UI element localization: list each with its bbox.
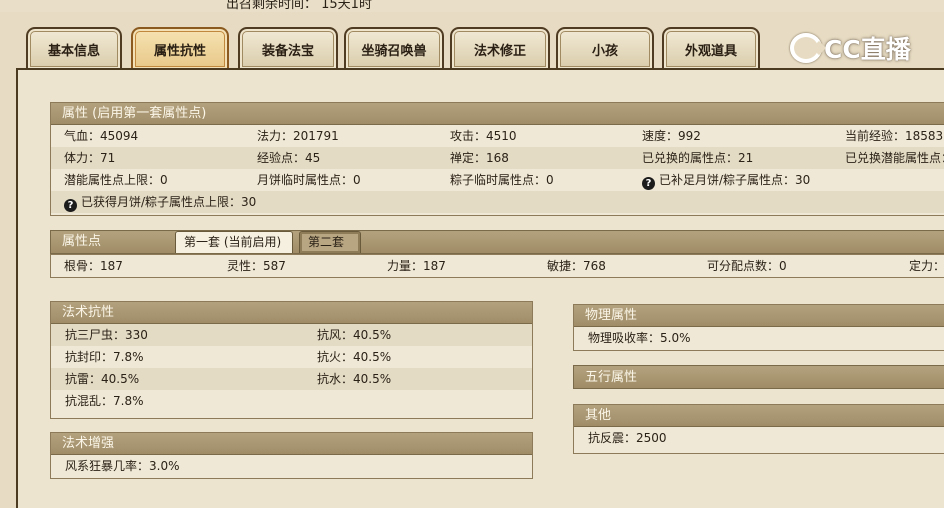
mooncake-temp-value: 月饼临时属性点：0: [257, 173, 361, 187]
question-icon[interactable]: ?: [64, 199, 77, 212]
mp-value: 法力：201791: [257, 129, 339, 143]
stamina-value: 体力：71: [64, 151, 116, 165]
question-icon[interactable]: ?: [642, 177, 655, 190]
spell-boost-panel: 法术增强 风系狂暴几率：3.0%: [50, 432, 533, 479]
clipped-header: 出召剩余时间： 15天1时: [0, 0, 944, 12]
physical-title: 物理属性: [574, 305, 944, 327]
spell-boost-row: 风系狂暴几率：3.0%: [51, 455, 532, 477]
boost-value: 风系狂暴几率：3.0%: [65, 459, 180, 473]
supplemented-points-cell: ? 已补足月饼/粽子属性点：30: [642, 169, 810, 191]
spell-resist-row: 抗三尸虫：330 抗风：40.5%: [51, 324, 532, 346]
focus-value: 定力：: [909, 259, 944, 273]
tab-children[interactable]: 小孩: [556, 27, 654, 69]
tab-attributes-resistance[interactable]: 属性抗性: [131, 27, 229, 69]
tab-set-two[interactable]: 第二套: [299, 231, 361, 253]
strength-value: 力量：187: [387, 259, 446, 273]
attributes-row: ? 已获得月饼/粽子属性点上限：30: [51, 191, 944, 213]
tab-content: 属性 (启用第一套属性点) 气血：45094 法力：201791 攻击：4510…: [16, 68, 944, 508]
attack-value: 攻击：4510: [450, 129, 517, 143]
other-panel: 其他 抗反震：2500: [573, 404, 944, 454]
tab-basic-info[interactable]: 基本信息: [26, 27, 122, 69]
other-title: 其他: [574, 405, 944, 427]
cc-live-logo: CC直播: [790, 30, 911, 66]
remaining-time-text: 出召剩余时间： 15天1时: [226, 0, 372, 12]
points-title: 属性点: [62, 234, 102, 249]
potential-cap-value: 潜能属性点上限：0: [64, 173, 168, 187]
current-exp-value: 当前经验：185837: [845, 129, 944, 143]
tab-set-one[interactable]: 第一套 (当前启用): [175, 231, 293, 253]
resist-value: 抗封印：7.8%: [65, 350, 144, 364]
zongzi-temp-value: 粽子临时属性点：0: [450, 173, 554, 187]
supplemented-points-value: 已补足月饼/粽子属性点：30: [659, 173, 811, 187]
spell-resist-row: 抗封印：7.8% 抗火：40.5%: [51, 346, 532, 368]
hp-value: 气血：45094: [64, 129, 139, 143]
exchanged-potential-value: 已兑换潜能属性点：: [845, 151, 944, 165]
agility-value: 敏捷：768: [547, 259, 606, 273]
attributes-row: 潜能属性点上限：0 月饼临时属性点：0 粽子临时属性点：0 ? 已补足月饼/粽子属…: [51, 169, 944, 191]
tab-equipment[interactable]: 装备法宝: [238, 27, 338, 69]
resist-value: 抗混乱：7.8%: [65, 394, 144, 408]
available-points-value: 可分配点数：0: [707, 259, 787, 273]
resist-value: 抗雷：40.5%: [65, 372, 140, 386]
tab-mounts-summons[interactable]: 坐骑召唤兽: [344, 27, 444, 69]
resist-value: 抗火：40.5%: [317, 350, 392, 364]
attributes-row: 体力：71 经验点：45 禅定：168 已兑换的属性点：21 已兑换潜能属性点：: [51, 147, 944, 169]
points-row: 根骨：187 灵性：587 力量：187 敏捷：768 可分配点数：0 定力：: [51, 255, 944, 277]
resist-value: 抗风：40.5%: [317, 328, 392, 342]
spell-resist-panel: 法术抗性 抗三尸虫：330 抗风：40.5% 抗封印：7.8% 抗火：40.5%…: [50, 301, 533, 419]
exchanged-points-value: 已兑换的属性点：21: [642, 151, 754, 165]
physical-row: 物理吸收率：5.0%: [574, 327, 944, 349]
obtained-cap-cell: ? 已获得月饼/粽子属性点上限：30: [64, 191, 256, 213]
physical-absorb-value: 物理吸收率：5.0%: [588, 331, 691, 345]
tab-appearance-items[interactable]: 外观道具: [662, 27, 760, 69]
constitution-value: 根骨：187: [64, 259, 123, 273]
cc-logo-icon: [790, 33, 822, 63]
attributes-title: 属性 (启用第一套属性点): [51, 103, 944, 125]
points-section: 属性点 第一套 (当前启用) 第二套 根骨：187 灵性：587 力量：187 …: [50, 230, 944, 280]
spell-resist-title: 法术抗性: [51, 302, 532, 324]
tab-spell-modifiers[interactable]: 法术修正: [450, 27, 550, 69]
obtained-cap-value: 已获得月饼/粽子属性点上限：30: [81, 195, 257, 209]
attributes-panel: 属性 (启用第一套属性点) 气血：45094 法力：201791 攻击：4510…: [50, 102, 944, 216]
logo-text: CC直播: [824, 35, 911, 64]
meditation-value: 禅定：168: [450, 151, 509, 165]
attributes-row: 气血：45094 法力：201791 攻击：4510 速度：992 当前经验：1…: [51, 125, 944, 147]
points-values: 根骨：187 灵性：587 力量：187 敏捷：768 可分配点数：0 定力：: [50, 254, 944, 278]
resist-value: 抗三尸虫：330: [65, 328, 148, 342]
spell-resist-row: 抗雷：40.5% 抗水：40.5%: [51, 368, 532, 390]
points-header: 属性点 第一套 (当前启用) 第二套: [50, 230, 944, 254]
spell-resist-row: 抗混乱：7.8%: [51, 390, 532, 412]
resist-value: 抗水：40.5%: [317, 372, 392, 386]
spirit-value: 灵性：587: [227, 259, 286, 273]
counter-shock-value: 抗反震：2500: [588, 431, 667, 445]
other-row: 抗反震：2500: [574, 427, 944, 449]
spell-boost-title: 法术增强: [51, 433, 532, 455]
physical-panel: 物理属性 物理吸收率：5.0%: [573, 304, 944, 351]
exp-points-value: 经验点：45: [257, 151, 321, 165]
speed-value: 速度：992: [642, 129, 701, 143]
five-elements-header[interactable]: 五行属性: [573, 365, 944, 389]
